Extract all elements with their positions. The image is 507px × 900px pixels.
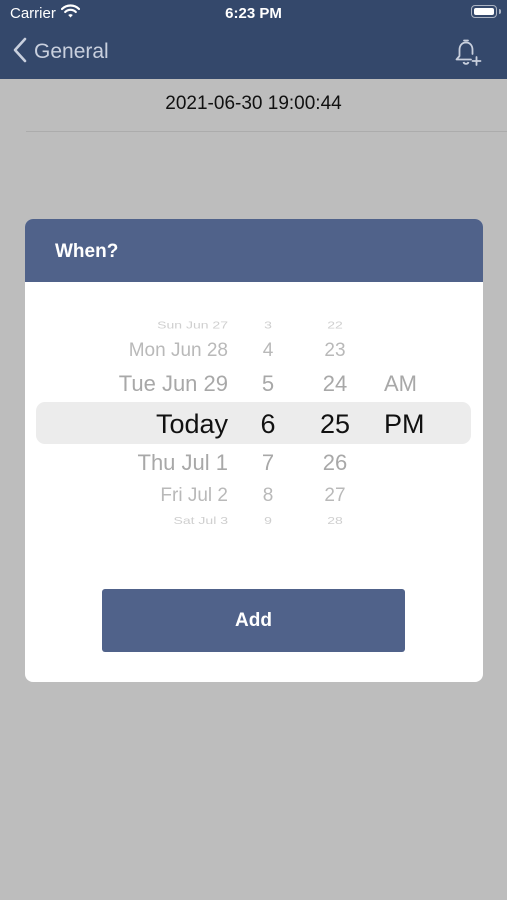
current-date-label: 2021-06-30 19:00:44	[165, 93, 342, 114]
picker-day-option[interactable]: Mon Jun 28	[129, 340, 228, 362]
bell-plus-icon	[453, 39, 483, 72]
chevron-left-icon	[12, 37, 28, 68]
battery-icon	[471, 5, 497, 18]
add-reminder-button[interactable]	[453, 38, 483, 68]
status-bar: Carrier 6:23 PM	[0, 0, 507, 28]
date-picker-dialog: When? Sun Jun 27 3 22 Mon Jun 28 4 23 Tu…	[25, 219, 483, 682]
divider	[26, 131, 507, 132]
picker-day-option[interactable]: Sat Jul 3	[174, 514, 228, 526]
nav-bar: Carrier 6:23 PM General	[0, 0, 507, 79]
dialog-title: When?	[55, 241, 119, 262]
add-button[interactable]: Add	[102, 589, 405, 652]
status-time: 6:23 PM	[225, 5, 282, 22]
picker-day-selected[interactable]: Today	[156, 409, 228, 440]
picker-period-option[interactable]: AM	[384, 371, 417, 397]
back-button[interactable]: General	[12, 36, 109, 68]
picker-day-option[interactable]: Thu Jul 1	[138, 450, 229, 476]
picker-day-option[interactable]: Fri Jul 2	[160, 485, 228, 507]
picker-day-option[interactable]: Sun Jun 27	[157, 319, 228, 330]
date-time-picker[interactable]: Sun Jun 27 3 22 Mon Jun 28 4 23 Tue Jun …	[25, 301, 483, 533]
back-label: General	[34, 40, 109, 63]
dialog-header: When?	[25, 219, 483, 282]
picker-day-option[interactable]: Tue Jun 29	[119, 371, 228, 397]
picker-period-selected[interactable]: PM	[384, 409, 425, 440]
